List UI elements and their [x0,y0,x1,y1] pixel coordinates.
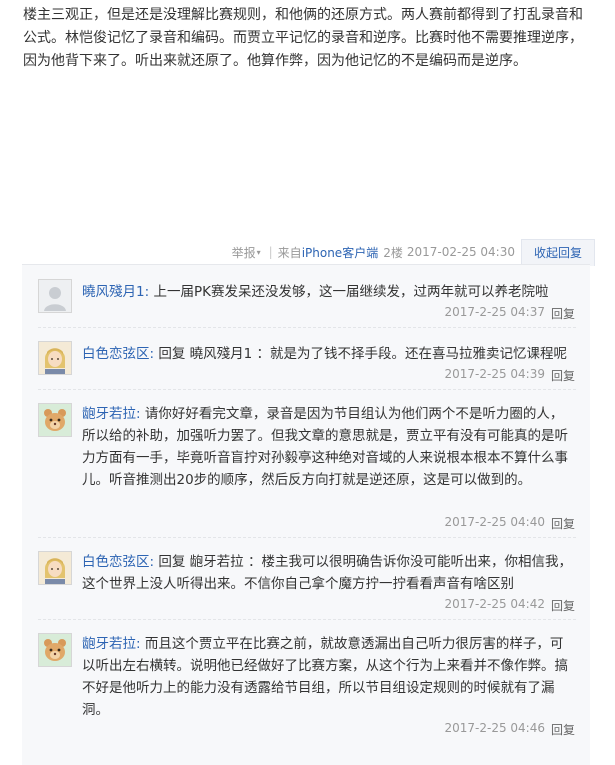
reply-divider [38,619,576,620]
reply-divider [38,389,576,390]
username-colon: : [136,406,141,422]
username-colon: : [136,636,141,652]
reply-button[interactable]: 回复 [551,721,575,738]
reply-text: 请你好好看完文章，录音是因为节目组认为他们两个不是听力圈的人，所以给的补助，加强… [82,406,568,488]
reply-text: 而且这个贾立平在比赛之前，就故意透漏出自己听力很厉害的样子，可以听出左右横转。说… [82,636,568,718]
blonde-avatar-icon[interactable] [38,551,72,585]
reply-text: 上一届PK赛发呆还没发够，这一届继续发，过两年就可以养老院啦 [153,284,549,300]
reply-content: 龅牙若拉: 而且这个贾立平在比赛之前，就故意透漏出自己听力很厉害的样子，可以听出… [82,633,576,721]
cartoon-animal-avatar-icon[interactable] [38,403,72,437]
reply-username[interactable]: 白色恋弦区 [82,554,150,570]
reply-time: 2017-2-25 04:39 [444,367,545,381]
reply-time: 2017-2-25 04:42 [444,597,545,611]
post-time: 2017-02-25 04:30 [406,245,515,259]
reply-meta: 2017-2-25 04:40 回复 [444,515,575,532]
reply-time: 2017-2-25 04:46 [444,721,545,735]
collapse-replies-button[interactable]: 收起回复 [520,238,595,266]
tail-separator: | [268,245,273,259]
default-avatar-icon[interactable] [38,279,72,313]
reply-text: 回复 龅牙若拉 ：楼主我可以很明确告诉你没可能听出来，你相信我，这个世界上没人听… [82,554,572,592]
reply-button[interactable]: 回复 [551,367,575,384]
client-prefix: 来自 [277,245,302,260]
reply-divider [38,537,576,538]
reply-username[interactable]: 曉风殘月1 [82,284,145,300]
client-link[interactable]: iPhone客户端 [302,244,379,261]
post-tail-bar: 举报 ▾ | 来自 iPhone客户端 2楼 2017-02-25 04:30 收… [232,238,595,266]
username-colon: : [149,346,155,362]
reply-button[interactable]: 回复 [551,597,575,614]
username-colon: : [144,284,150,300]
reply-meta: 2017-2-25 04:37 回复 [444,305,575,322]
report-link[interactable]: 举报 [232,244,256,261]
cartoon-animal-avatar-icon[interactable] [38,633,72,667]
reply-time: 2017-2-25 04:40 [444,515,545,529]
reply-content: 龅牙若拉: 请你好好看完文章，录音是因为节目组认为他们两个不是听力圈的人，所以给… [82,403,576,491]
reply-content: 白色恋弦区: 回复 曉风殘月1 ：就是为了钱不择手段。还在喜马拉雅卖记忆课程呢 [82,343,576,365]
reply-content: 白色恋弦区: 回复 龅牙若拉 ：楼主我可以很明确告诉你没可能听出来，你相信我，这… [82,551,576,595]
reply-button[interactable]: 回复 [551,515,575,532]
reply-meta: 2017-2-25 04:42 回复 [444,597,575,614]
username-colon: : [149,554,155,570]
reply-content: 曉风殘月1: 上一届PK赛发呆还没发够，这一届继续发，过两年就可以养老院啦 [82,281,576,303]
reply-username[interactable]: 白色恋弦区 [82,346,150,362]
reply-time: 2017-2-25 04:37 [444,305,545,319]
reply-username[interactable]: 龅牙若拉 [82,406,136,422]
reply-text: 回复 曉风殘月1 ：就是为了钱不择手段。还在喜马拉雅卖记忆课程呢 [158,346,568,362]
report-dropdown-caret-icon[interactable]: ▾ [257,248,261,257]
reply-meta: 2017-2-25 04:46 回复 [444,721,575,738]
reply-divider [38,327,576,328]
reply-list: 曉风殘月1: 上一届PK赛发呆还没发够，这一届继续发，过两年就可以养老院啦 20… [22,264,590,765]
floor-number: 2楼 [383,245,403,260]
reply-button[interactable]: 回复 [551,305,575,322]
reply-meta: 2017-2-25 04:39 回复 [444,367,575,384]
reply-username[interactable]: 龅牙若拉 [82,636,136,652]
post-body-text: 楼主三观正，但是还是没理解比赛规则，和他俩的还原方式。两人赛前都得到了打乱录音和… [23,7,583,69]
blonde-avatar-icon[interactable] [38,341,72,375]
